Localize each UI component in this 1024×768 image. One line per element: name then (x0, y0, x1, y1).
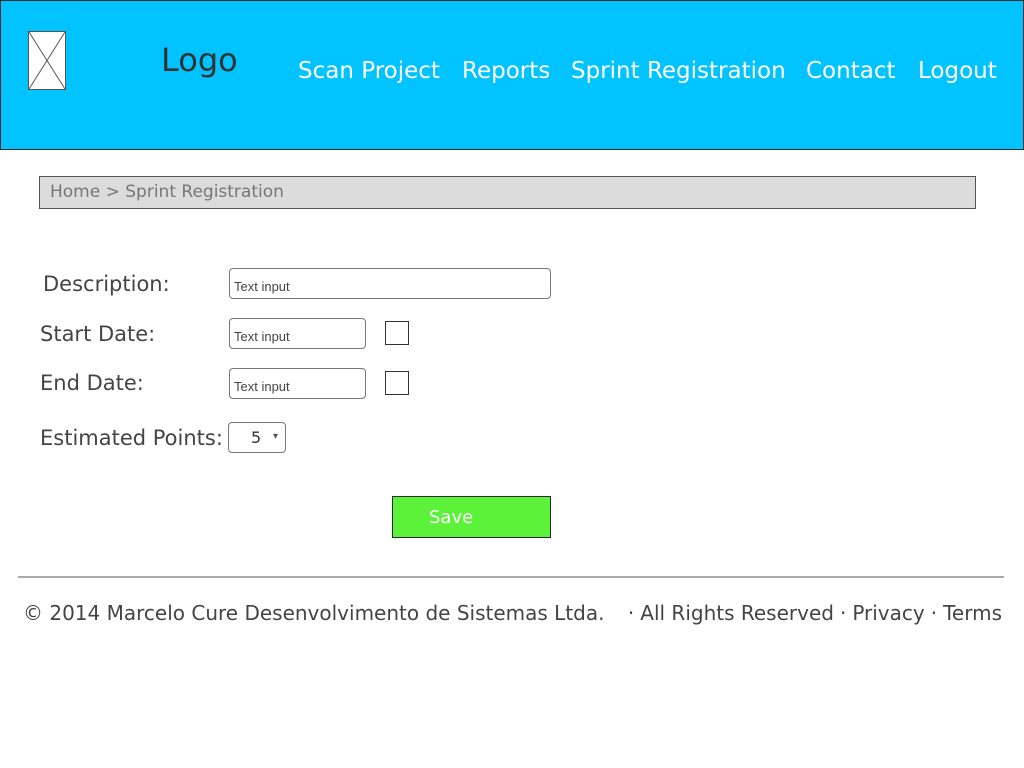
footer-privacy-link[interactable]: Privacy (852, 601, 924, 625)
end-date-checkbox-icon[interactable] (385, 371, 409, 395)
save-button[interactable]: Save (392, 496, 551, 538)
nav-scan-project[interactable]: Scan Project (298, 58, 440, 84)
nav-reports[interactable]: Reports (462, 58, 550, 84)
footer-separator: · (839, 601, 847, 625)
header-bar: Logo Scan Project Reports Sprint Registr… (0, 0, 1024, 150)
nav-sprint-registration[interactable]: Sprint Registration (571, 58, 786, 84)
footer-divider (18, 576, 1004, 578)
description-input[interactable] (229, 268, 551, 299)
logo-text: Logo (161, 41, 238, 79)
breadcrumb-text[interactable]: Home > Sprint Registration (50, 182, 284, 202)
nav-contact[interactable]: Contact (806, 58, 895, 84)
start-date-checkbox-icon[interactable] (385, 321, 409, 345)
chevron-down-icon: ▾ (273, 431, 279, 442)
footer-separator: · (627, 601, 635, 625)
breadcrumb: Home > Sprint Registration (39, 176, 976, 209)
description-label: Description: (43, 272, 170, 296)
footer-separator: · (930, 601, 938, 625)
footer-copyright: © 2014 Marcelo Cure Desenvolvimento de S… (23, 601, 605, 625)
footer-terms-link[interactable]: Terms (943, 601, 1002, 625)
start-date-label: Start Date: (40, 322, 156, 346)
estimated-points-select[interactable]: 5 ▾ (228, 422, 286, 453)
footer-links: · All Rights Reserved · Privacy · Terms (622, 601, 1002, 625)
footer-rights: All Rights Reserved (640, 601, 834, 625)
logo-placeholder-icon (28, 31, 66, 90)
estimated-points-value: 5 (251, 428, 262, 447)
start-date-input[interactable] (229, 318, 366, 349)
end-date-input[interactable] (229, 368, 366, 399)
end-date-label: End Date: (40, 371, 144, 395)
estimated-points-label: Estimated Points: (40, 426, 223, 450)
nav-logout[interactable]: Logout (918, 58, 997, 84)
